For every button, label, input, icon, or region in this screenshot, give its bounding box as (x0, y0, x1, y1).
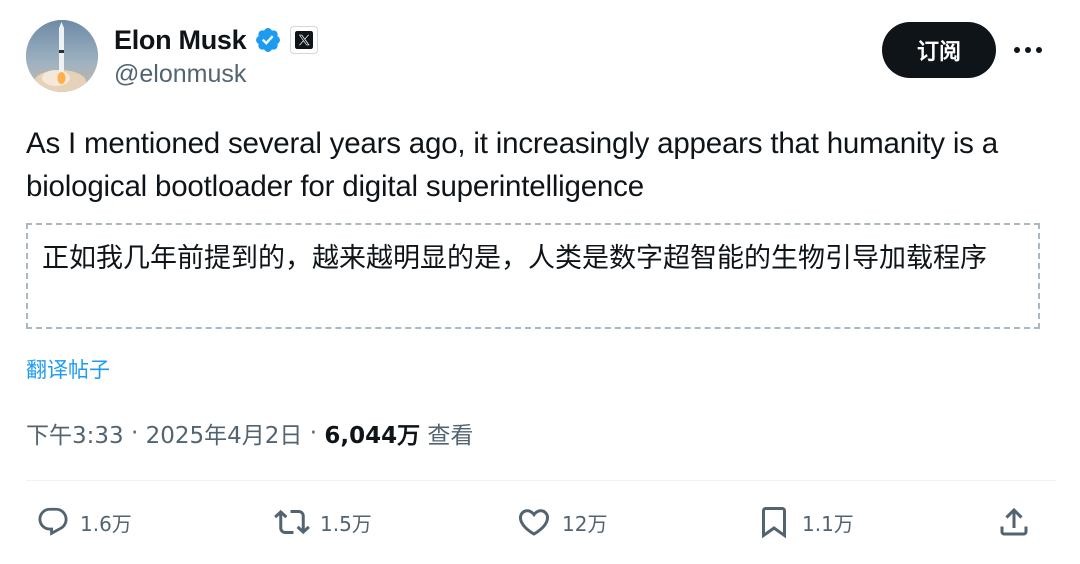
translate-post-link[interactable]: 翻译帖子 (26, 354, 110, 384)
author-name-row: Elon Musk (114, 22, 319, 58)
reply-icon (38, 507, 68, 536)
translation-box: 正如我几年前提到的，越来越明显的是，人类是数字超智能的生物引导加载程序 (26, 223, 1040, 329)
bookmark-icon (762, 507, 786, 539)
bookmark-button[interactable]: 1.1万 (756, 500, 854, 544)
avatar-image (26, 20, 98, 92)
divider (26, 480, 1056, 481)
meta-separator: · (123, 420, 146, 446)
like-button[interactable]: 12万 (516, 500, 607, 544)
meta-separator: · (302, 420, 325, 446)
tweet-meta: 下午3:33 · 2025年4月2日 · 6,044万 查看 (26, 414, 473, 452)
bookmark-count: 1.1万 (802, 511, 854, 536)
more-options-button[interactable] (1010, 34, 1046, 66)
views-count: 6,044万 (324, 423, 421, 449)
reply-button[interactable]: 1.6万 (36, 500, 132, 544)
x-logo-icon[interactable] (290, 26, 319, 54)
author-display-name[interactable]: Elon Musk (114, 25, 247, 56)
share-button[interactable] (996, 500, 1032, 544)
translation-text: 正如我几年前提到的，越来越明显的是，人类是数字超智能的生物引导加载程序 (42, 243, 987, 274)
more-horizontal-icon (1014, 47, 1042, 53)
share-icon (1000, 507, 1028, 536)
repost-icon (274, 509, 310, 535)
verified-badge-icon[interactable] (254, 26, 282, 54)
avatar[interactable] (26, 20, 98, 92)
tweet-time[interactable]: 下午3:33 (26, 416, 124, 450)
repost-button[interactable]: 1.5万 (274, 500, 372, 544)
tweet-text: As I mentioned several years ago, it inc… (26, 127, 998, 203)
like-count: 12万 (562, 511, 608, 536)
tweet-date[interactable]: 2025年4月2日 (146, 416, 303, 450)
repost-count: 1.5万 (320, 511, 372, 536)
views-label: 查看 (420, 423, 474, 449)
heart-icon (518, 509, 550, 536)
follow-button[interactable]: 订阅 (882, 22, 996, 78)
author-handle[interactable]: @elonmusk (114, 60, 246, 89)
reply-count: 1.6万 (80, 511, 132, 536)
